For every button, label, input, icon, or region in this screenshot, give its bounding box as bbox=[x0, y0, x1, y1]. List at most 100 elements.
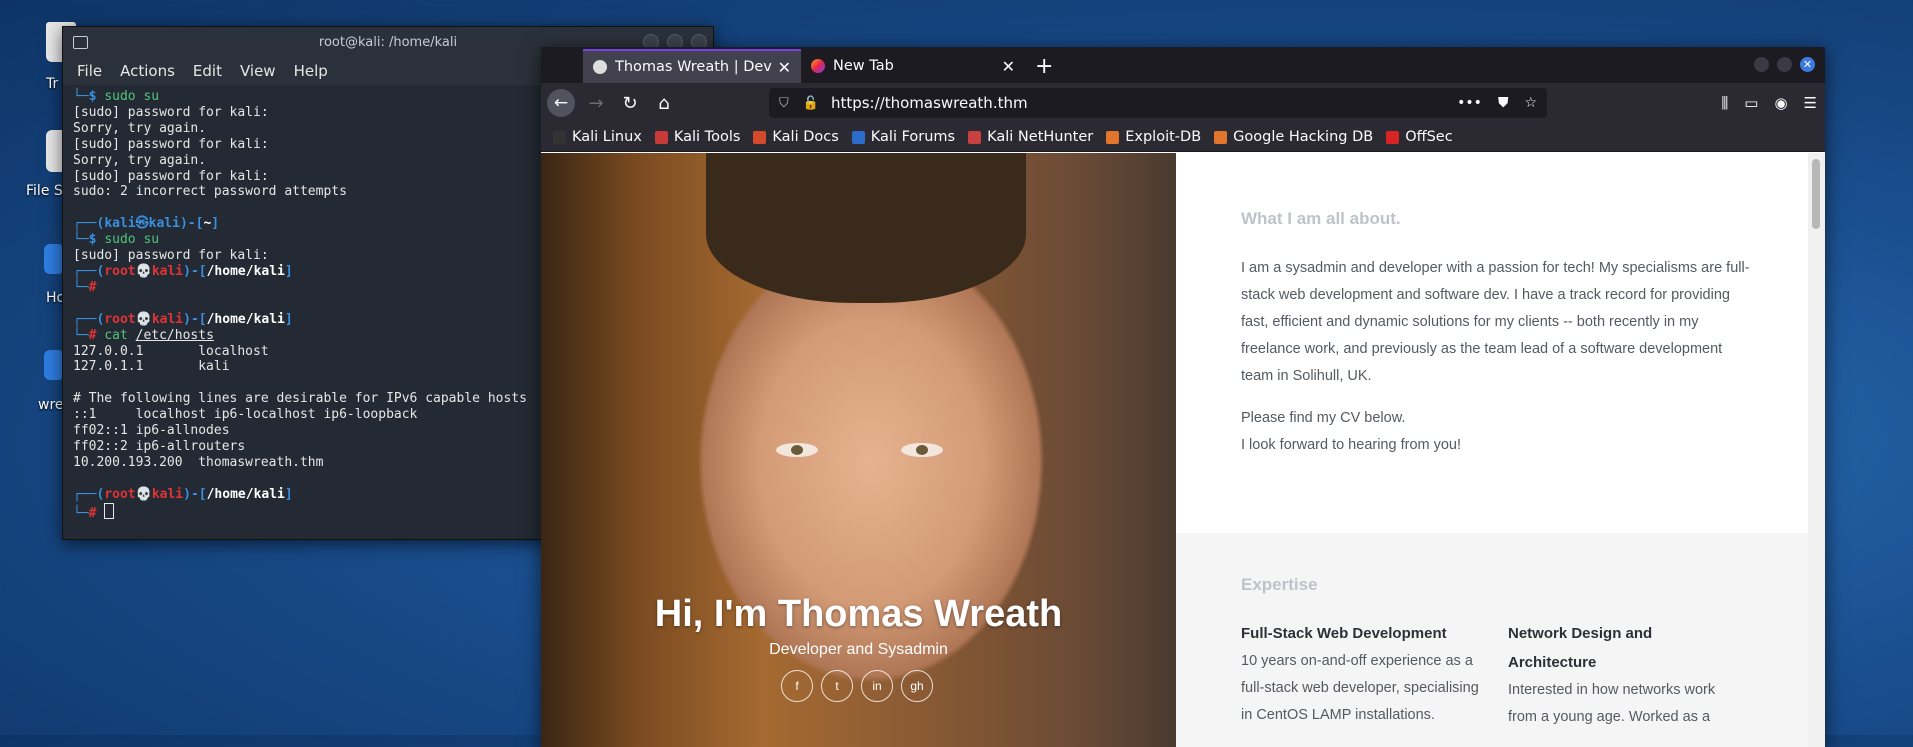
bookmark-kali-tools[interactable]: Kali Tools bbox=[654, 129, 740, 145]
url-text[interactable]: https://thomaswreath.thm bbox=[831, 94, 1028, 112]
reload-button[interactable]: ↻ bbox=[613, 93, 647, 114]
exploit-db-icon bbox=[1106, 130, 1120, 144]
prompt-host: kali bbox=[151, 263, 184, 279]
command: cat bbox=[104, 327, 128, 343]
menu-file[interactable]: File bbox=[77, 62, 102, 80]
home-button[interactable]: ⌂ bbox=[647, 93, 681, 114]
shield-icon[interactable]: ⛉ bbox=[779, 96, 789, 111]
about-heading: What I am all about. bbox=[1241, 209, 1401, 228]
hero-subtitle: Developer and Sysadmin bbox=[769, 641, 948, 658]
prompt-host: kali bbox=[151, 486, 184, 502]
about-line: team in Solihull, UK. bbox=[1241, 368, 1372, 384]
expertise-title: Network Design and Architecture bbox=[1508, 619, 1758, 677]
expertise-title: Full-Stack Web Development bbox=[1241, 625, 1447, 642]
social-links: f t in gh bbox=[781, 670, 933, 702]
portrait-eye-left bbox=[776, 443, 818, 457]
desktop-icon-label: wre bbox=[38, 397, 64, 413]
insecure-lock-icon[interactable]: 🔓 bbox=[803, 96, 819, 111]
output-line: # The following lines are desirable for … bbox=[73, 391, 527, 407]
page-actions-icon[interactable]: ••• bbox=[1457, 95, 1482, 111]
close-window-button[interactable]: ✕ bbox=[1800, 57, 1815, 72]
about-line: freelance work, and previously as the te… bbox=[1241, 341, 1723, 357]
bookmark-kali-docs[interactable]: Kali Docs bbox=[753, 129, 839, 145]
expertise-line: 10 years on-and-off experience as a bbox=[1241, 653, 1473, 669]
scrollbar-thumb[interactable] bbox=[1812, 159, 1820, 229]
command-arg: /etc/hosts bbox=[135, 327, 214, 343]
tab-label: New Tab bbox=[833, 58, 894, 74]
command: sudo su bbox=[104, 232, 160, 248]
kali-tools-icon bbox=[654, 130, 668, 144]
output-line: ff02::2 ip6-allrouters bbox=[73, 438, 246, 454]
maximize-button[interactable] bbox=[1777, 57, 1792, 72]
menu-actions[interactable]: Actions bbox=[120, 62, 175, 80]
pocket-icon[interactable]: ⛊ bbox=[1498, 95, 1509, 111]
site-favicon-icon bbox=[593, 60, 607, 74]
output-line: [sudo] password for kali: bbox=[73, 248, 269, 264]
forward-button[interactable]: → bbox=[579, 93, 613, 114]
cv-paragraph: Please find my CV below. I look forward … bbox=[1241, 405, 1461, 459]
prompt-user: root bbox=[104, 263, 136, 279]
terminal-title: root@kali: /home/kali bbox=[318, 34, 458, 50]
prompt-host: kali bbox=[148, 216, 180, 232]
browser-window[interactable]: Thomas Wreath | Developer ✕ New Tab ✕ + … bbox=[541, 47, 1825, 747]
expertise-line: Interested in how networks work bbox=[1508, 682, 1716, 698]
facebook-icon[interactable]: f bbox=[781, 670, 813, 702]
page-scrollbar[interactable] bbox=[1808, 153, 1825, 747]
expertise-title-line: Network Design and bbox=[1508, 625, 1653, 642]
output-line: [sudo] password for kali: bbox=[73, 136, 269, 152]
output-line: 10.200.193.200 thomaswreath.thm bbox=[73, 454, 324, 470]
expertise-heading: Expertise bbox=[1241, 575, 1318, 594]
prompt-user: root bbox=[104, 311, 136, 327]
output-line: 127.0.0.1 localhost bbox=[73, 343, 269, 359]
bookmark-kali-forums[interactable]: Kali Forums bbox=[851, 129, 955, 145]
prompt-user: root bbox=[104, 486, 136, 502]
menu-view[interactable]: View bbox=[240, 62, 276, 80]
bookmark-exploit-db[interactable]: Exploit-DB bbox=[1106, 129, 1201, 145]
twitter-icon[interactable]: t bbox=[821, 670, 853, 702]
close-tab-icon[interactable]: ✕ bbox=[1002, 57, 1015, 76]
expertise-item-network: Network Design and Architecture Interest… bbox=[1508, 619, 1758, 731]
menu-help[interactable]: Help bbox=[294, 62, 328, 80]
tab-label: Thomas Wreath | Developer bbox=[615, 59, 772, 75]
close-tab-icon[interactable]: ✕ bbox=[778, 58, 791, 77]
new-tab-button[interactable]: + bbox=[1025, 49, 1063, 83]
library-icon[interactable]: ⫼ bbox=[1721, 94, 1728, 112]
about-section: What I am all about. I am a sysadmin and… bbox=[1176, 153, 1808, 533]
hero-section: Hi, I'm Thomas Wreath Developer and Sysa… bbox=[541, 153, 1176, 747]
bookmark-kali-nethunter[interactable]: Kali NetHunter bbox=[968, 129, 1093, 145]
prompt-user: kali bbox=[104, 216, 136, 232]
prompt-dir: /home/kali bbox=[206, 311, 285, 327]
output-line: Sorry, try again. bbox=[73, 152, 207, 168]
url-bar[interactable]: ⛉ 🔓 https://thomaswreath.thm ••• ⛊ ☆ bbox=[769, 88, 1547, 118]
firefox-icon bbox=[811, 59, 825, 73]
tab-new-tab[interactable]: New Tab ✕ bbox=[801, 49, 1025, 83]
tab-bar: Thomas Wreath | Developer ✕ New Tab ✕ + … bbox=[541, 47, 1825, 83]
bookmark-google-hacking-db[interactable]: Google Hacking DB bbox=[1214, 129, 1373, 145]
bookmark-star-icon[interactable]: ☆ bbox=[1524, 95, 1537, 111]
bookmark-kali-linux[interactable]: Kali Linux bbox=[553, 129, 642, 145]
linkedin-icon[interactable]: in bbox=[861, 670, 893, 702]
desktop-icon-label: File S bbox=[26, 183, 63, 199]
desktop-icon-label: Tr bbox=[46, 76, 59, 92]
portrait-eye-right bbox=[901, 443, 943, 457]
menu-edit[interactable]: Edit bbox=[193, 62, 222, 80]
terminal-cursor bbox=[104, 502, 115, 519]
prompt-dir: /home/kali bbox=[206, 263, 285, 279]
cv-line: Please find my CV below. bbox=[1241, 410, 1406, 426]
prompt-dir: /home/kali bbox=[206, 486, 285, 502]
terminal-icon bbox=[73, 36, 88, 49]
bookmark-offsec[interactable]: OffSec bbox=[1386, 129, 1453, 145]
expertise-line: from a young age. Worked as a bbox=[1508, 709, 1711, 725]
output-line: [sudo] password for kali: bbox=[73, 104, 269, 120]
minimize-button[interactable] bbox=[1754, 57, 1769, 72]
back-button[interactable]: ← bbox=[547, 89, 575, 117]
github-icon[interactable]: gh bbox=[901, 670, 933, 702]
about-paragraph: I am a sysadmin and developer with a pas… bbox=[1241, 255, 1781, 390]
expertise-line: full-stack web developer, specialising bbox=[1241, 680, 1479, 696]
folder-icon bbox=[44, 244, 64, 274]
sidebar-icon[interactable]: ▭ bbox=[1744, 94, 1758, 112]
expertise-section: Expertise Full-Stack Web Development 10 … bbox=[1176, 533, 1808, 747]
menu-icon[interactable]: ☰ bbox=[1804, 94, 1817, 112]
tab-thomas-wreath[interactable]: Thomas Wreath | Developer ✕ bbox=[583, 49, 801, 83]
account-icon[interactable]: ◉ bbox=[1774, 94, 1787, 112]
